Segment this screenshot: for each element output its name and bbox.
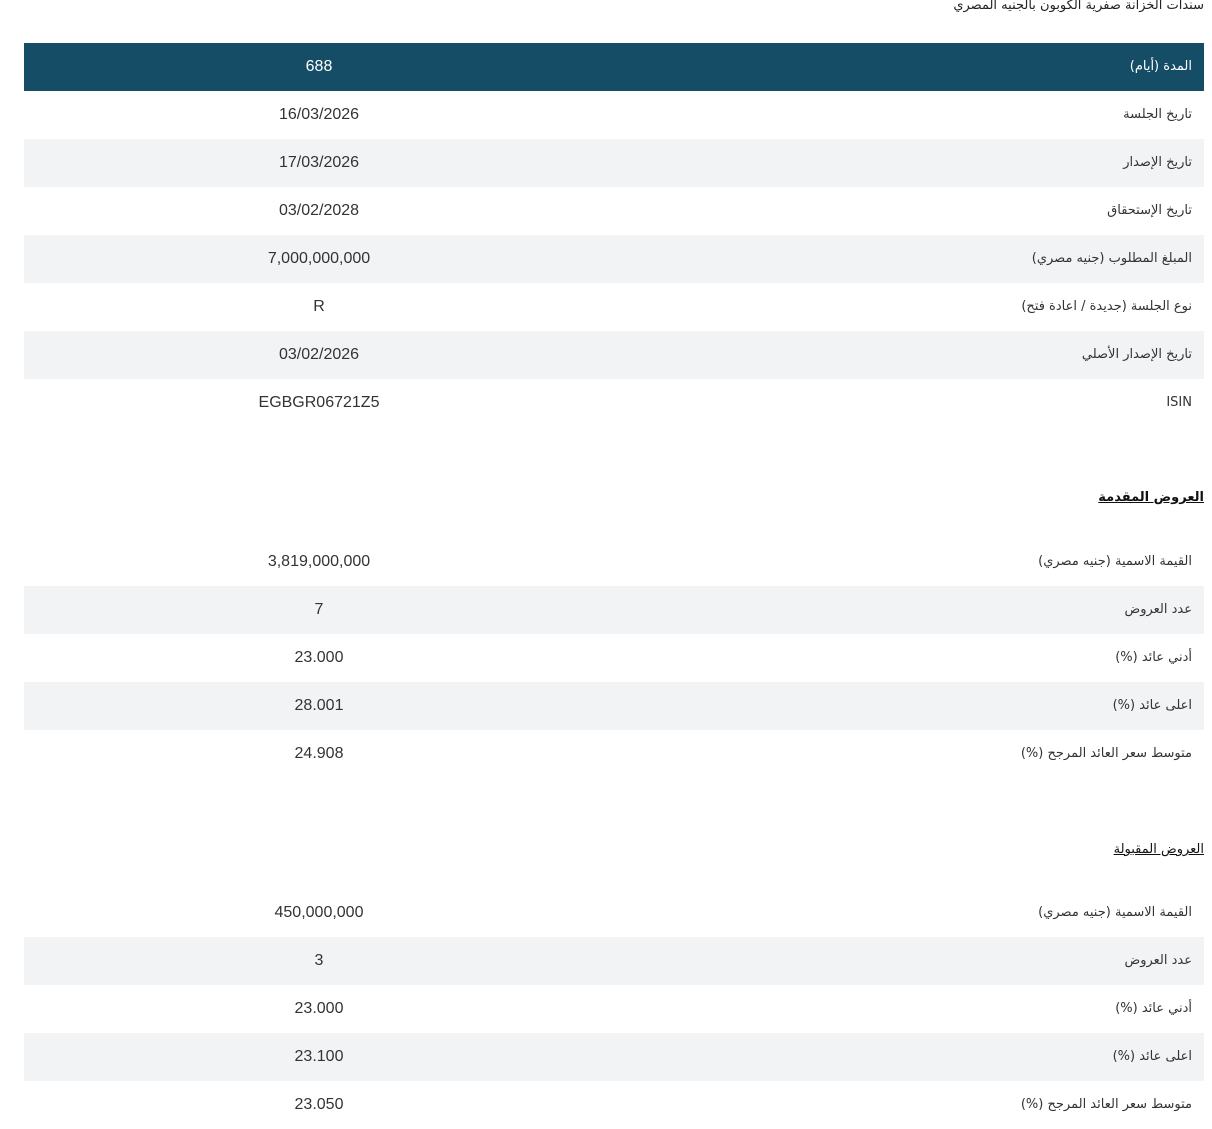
row-value: 24.908 xyxy=(294,745,344,762)
table-row: عدد العروض 7 xyxy=(24,586,1204,634)
table-row: تاريخ الإصدار الأصلي 03/02/2026 xyxy=(24,331,1204,379)
accepted-section-title: العروض المقبولة xyxy=(1113,842,1204,857)
row-value: 3 xyxy=(314,952,324,969)
row-value: R xyxy=(313,298,325,315)
table-row: نوع الجلسة (جديدة / اعادة فتح) R xyxy=(24,283,1204,331)
offers-table: القيمة الاسمية (جنيه مصري) 3,819,000,000… xyxy=(24,538,1204,778)
accepted-offers-table: القيمة الاسمية (جنيه مصري) 450,000,000 ع… xyxy=(24,889,1204,1129)
row-label: تاريخ الإستحقاق xyxy=(1107,203,1192,218)
row-label: ISIN xyxy=(1166,395,1192,410)
table-row: أدني عائد (%) 23.000 xyxy=(24,985,1204,1033)
row-label: المبلغ المطلوب (جنيه مصري) xyxy=(1031,251,1192,266)
row-label: متوسط سعر العائد المرجح (%) xyxy=(1020,1097,1192,1112)
table-row: أدني عائد (%) 23.000 xyxy=(24,634,1204,682)
row-value: EGBGR06721Z5 xyxy=(258,394,380,411)
row-label: القيمة الاسمية (جنيه مصري) xyxy=(1038,905,1192,920)
row-value: 23.050 xyxy=(294,1096,344,1113)
table-row: تاريخ الإستحقاق 03/02/2028 xyxy=(24,187,1204,235)
row-label: القيمة الاسمية (جنيه مصري) xyxy=(1038,554,1192,569)
table-row: القيمة الاسمية (جنيه مصري) 450,000,000 xyxy=(24,889,1204,937)
offers-section-title: العروض المقدمة xyxy=(1098,490,1204,505)
row-value: 7,000,000,000 xyxy=(267,250,371,267)
table-row: متوسط سعر العائد المرجح (%) 23.050 xyxy=(24,1081,1204,1129)
table-row: تاريخ الإصدار 17/03/2026 xyxy=(24,139,1204,187)
row-label: تاريخ الإصدار الأصلي xyxy=(1081,347,1192,362)
table-row: المبلغ المطلوب (جنيه مصري) 7,000,000,000 xyxy=(24,235,1204,283)
table-row: القيمة الاسمية (جنيه مصري) 3,819,000,000 xyxy=(24,538,1204,586)
row-value: 03/02/2026 xyxy=(278,346,360,363)
table-row: اعلى عائد (%) 23.100 xyxy=(24,1033,1204,1081)
table-row: تاريخ الجلسة 16/03/2026 xyxy=(24,91,1204,139)
row-label: عدد العروض xyxy=(1124,953,1192,968)
table-row: متوسط سعر العائد المرجح (%) 24.908 xyxy=(24,730,1204,778)
row-label: تاريخ الإصدار xyxy=(1123,155,1192,170)
table-row: اعلى عائد (%) 28.001 xyxy=(24,682,1204,730)
page-title: سندات الخزانة صفرية الكوبون بالجنيه المص… xyxy=(953,0,1204,13)
row-value: 03/02/2028 xyxy=(278,202,360,219)
row-value: 3,819,000,000 xyxy=(267,553,371,570)
row-label: عدد العروض xyxy=(1124,602,1192,617)
row-label: أدني عائد (%) xyxy=(1115,1001,1192,1016)
row-value: 17/03/2026 xyxy=(278,154,360,171)
table-row: عدد العروض 3 xyxy=(24,937,1204,985)
row-value: 23.000 xyxy=(294,1000,344,1017)
row-value: 16/03/2026 xyxy=(278,106,360,123)
row-label: أدني عائد (%) xyxy=(1115,650,1192,665)
row-value: 28.001 xyxy=(294,697,344,714)
row-value: 7 xyxy=(314,601,324,618)
row-label: اعلى عائد (%) xyxy=(1112,698,1192,713)
row-label: تاريخ الجلسة xyxy=(1123,107,1192,122)
row-label: نوع الجلسة (جديدة / اعادة فتح) xyxy=(1021,299,1192,314)
table-row: ISIN EGBGR06721Z5 xyxy=(24,379,1204,427)
row-value: 23.100 xyxy=(294,1048,344,1065)
row-label: المدة (أيام) xyxy=(1129,59,1192,74)
auction-details-table: المدة (أيام) 688 تاريخ الجلسة 16/03/2026… xyxy=(24,43,1204,427)
row-value: 23.000 xyxy=(294,649,344,666)
row-value: 450,000,000 xyxy=(274,904,364,921)
table-header-row: المدة (أيام) 688 xyxy=(24,43,1204,91)
row-label: متوسط سعر العائد المرجح (%) xyxy=(1020,746,1192,761)
row-value: 688 xyxy=(305,58,333,75)
row-label: اعلى عائد (%) xyxy=(1112,1049,1192,1064)
